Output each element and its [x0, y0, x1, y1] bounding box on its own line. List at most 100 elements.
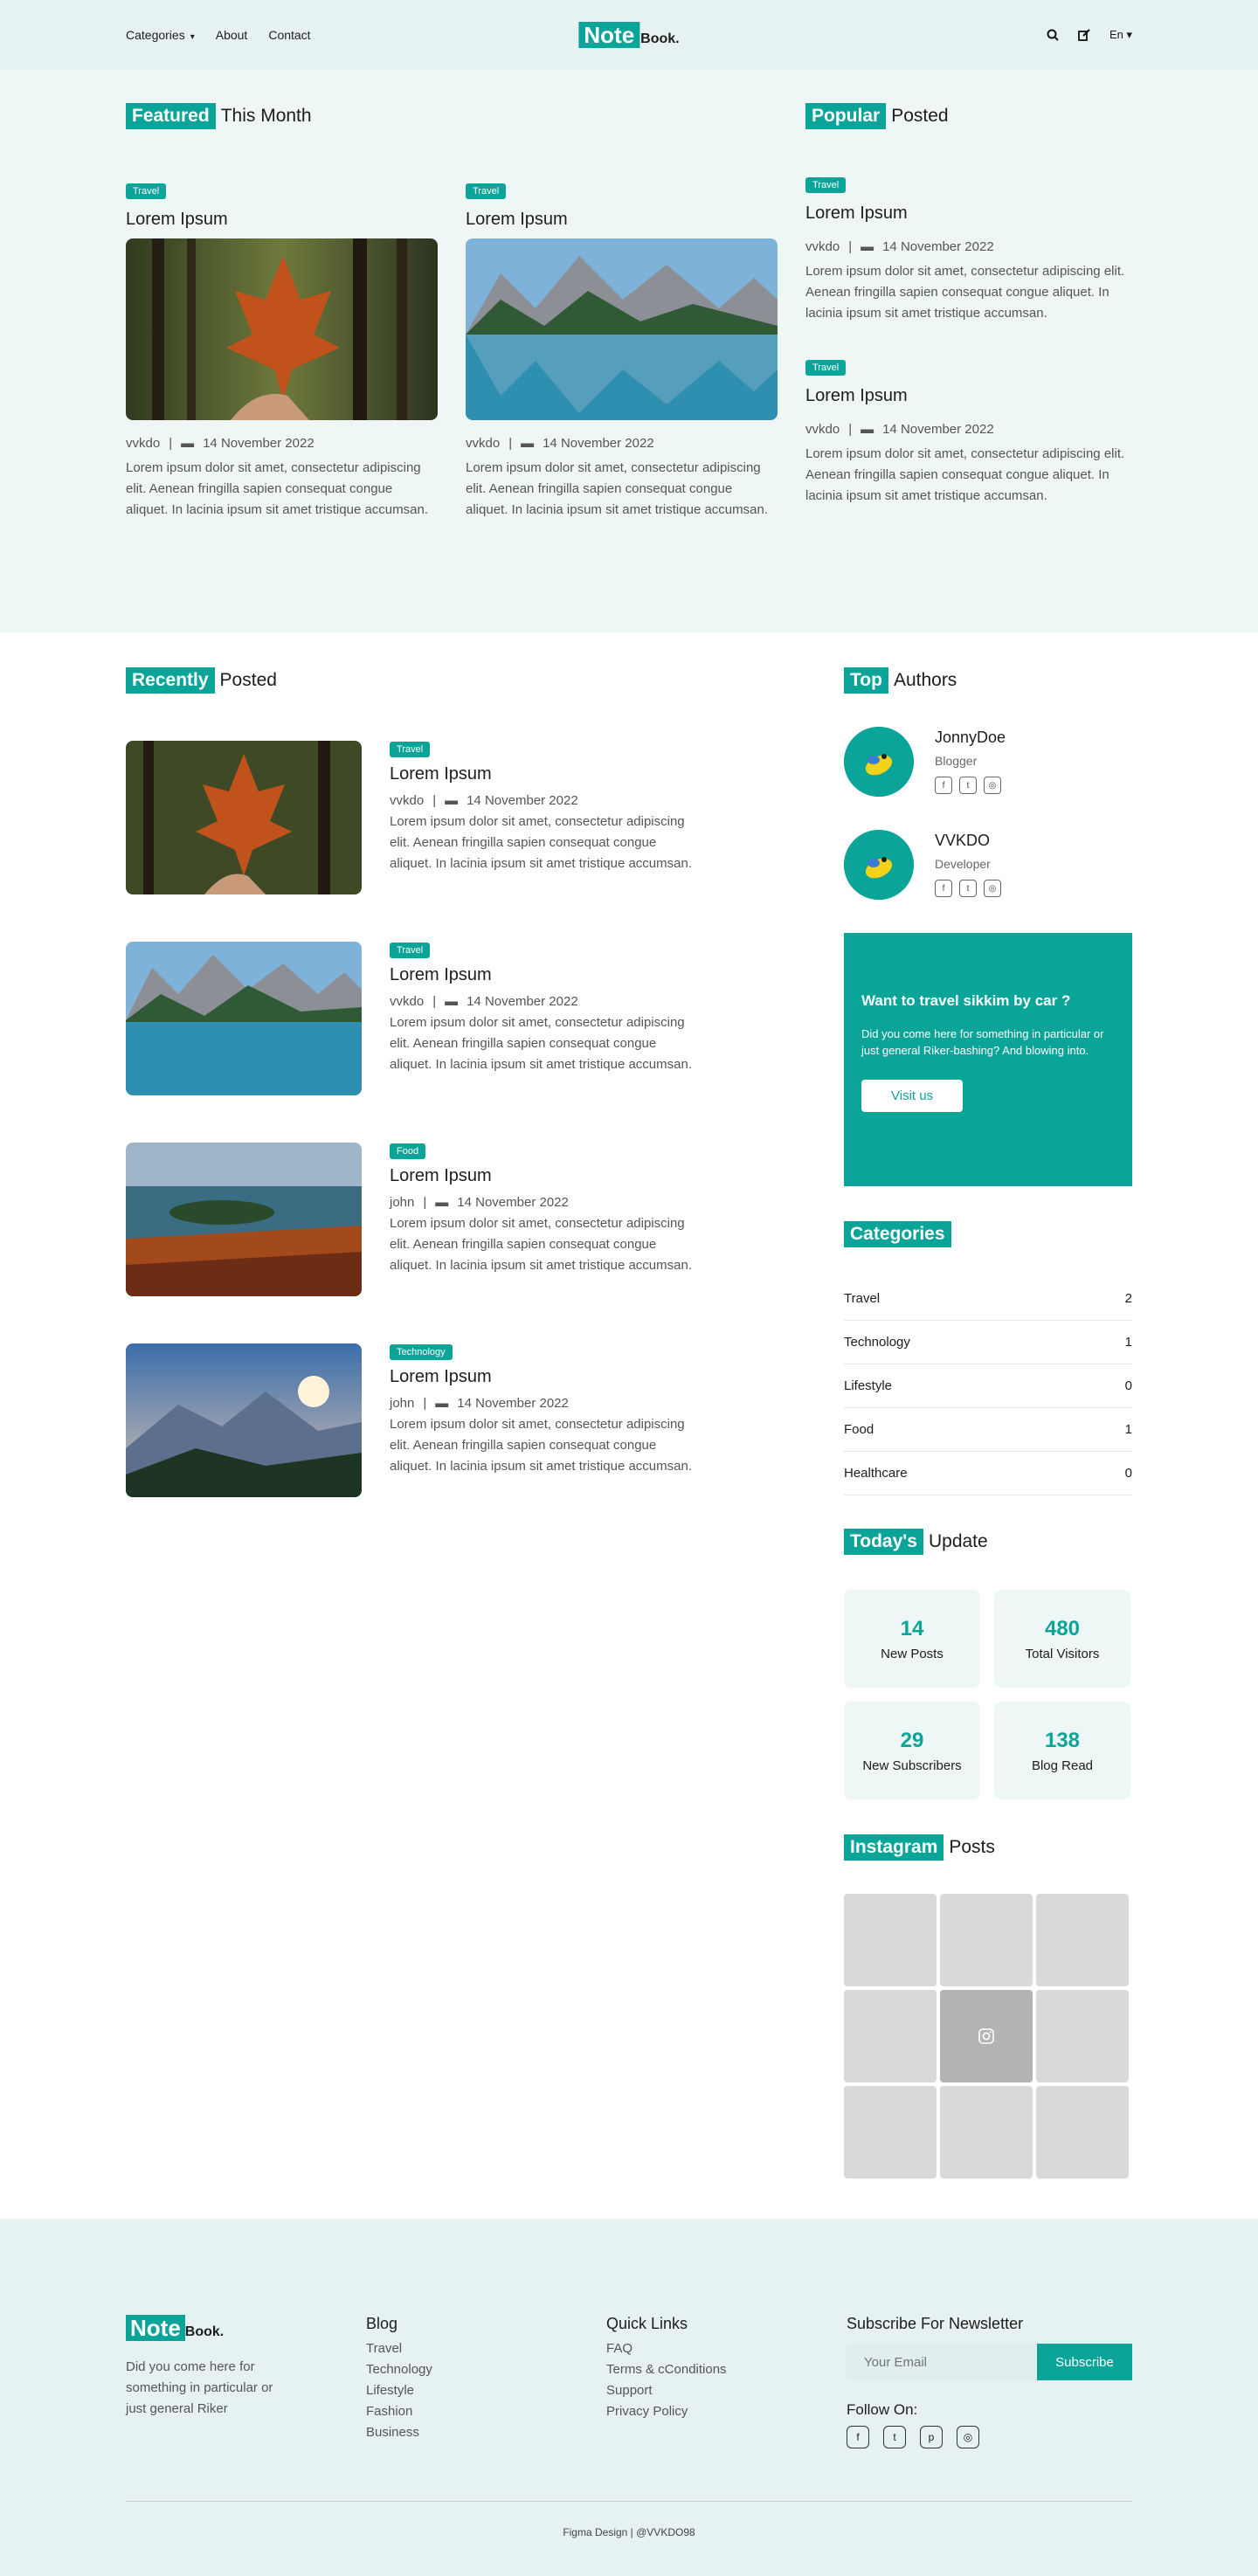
post-author[interactable]: vvkdo: [466, 436, 500, 451]
category-item[interactable]: Travel 2: [844, 1277, 1132, 1321]
post-author[interactable]: vvkdo: [390, 994, 424, 1009]
post-tag[interactable]: Travel: [126, 183, 167, 199]
post-title[interactable]: Lorem Ipsum: [390, 1367, 695, 1387]
recent-post[interactable]: Travel Lorem Ipsum vvkdo | ▬ 14 November…: [126, 741, 825, 894]
meta-separator: |: [432, 793, 437, 808]
logo-text: Book.: [184, 2324, 225, 2339]
instagram-icon[interactable]: ◎: [957, 2426, 979, 2448]
featured-post[interactable]: Travel Lorem Ipsum vvkdo | ▬ 14 November…: [466, 129, 778, 521]
facebook-icon[interactable]: f: [847, 2426, 869, 2448]
facebook-icon[interactable]: f: [935, 777, 952, 794]
post-title[interactable]: Lorem Ipsum: [805, 204, 1132, 224]
instagram-icon[interactable]: ◎: [984, 777, 1001, 794]
instagram-thumb[interactable]: [844, 1894, 937, 1986]
post-tag[interactable]: Travel: [805, 360, 847, 376]
footer-link[interactable]: Technology: [366, 2359, 606, 2380]
logo[interactable]: Note Book.: [578, 22, 680, 48]
instagram-thumb[interactable]: [1036, 1894, 1129, 1986]
footer-logo[interactable]: Note Book.: [126, 2315, 366, 2341]
calendar-icon: ▬: [861, 239, 874, 254]
meta-separator: |: [848, 239, 853, 254]
nav-contact[interactable]: Contact: [268, 28, 310, 42]
post-image-lake[interactable]: [466, 238, 778, 420]
meta-separator: |: [423, 1396, 427, 1411]
post-meta: vvkdo | ▬ 14 November 2022: [126, 436, 438, 451]
twitter-icon[interactable]: t: [883, 2426, 906, 2448]
featured-post[interactable]: Travel Lorem Ipsum vvkdo | ▬ 14 November…: [126, 129, 438, 521]
author-name[interactable]: VVKDO: [935, 832, 1001, 850]
post-tag[interactable]: Travel: [805, 177, 847, 193]
popular-post[interactable]: Travel Lorem Ipsum vvkdo | ▬ 14 November…: [805, 176, 1132, 324]
category-item[interactable]: Healthcare 0: [844, 1452, 1132, 1495]
popular-post[interactable]: Travel Lorem Ipsum vvkdo | ▬ 14 November…: [805, 359, 1132, 507]
instagram-thumb[interactable]: [1036, 1990, 1129, 2082]
category-item[interactable]: Food 1: [844, 1408, 1132, 1452]
footer-link[interactable]: Business: [366, 2422, 606, 2443]
instagram-thumb[interactable]: [940, 2086, 1033, 2179]
footer-newsletter: Subscribe For Newsletter Subscribe Follo…: [847, 2315, 1132, 2448]
search-icon[interactable]: [1047, 29, 1059, 41]
category-name: Healthcare: [844, 1466, 908, 1481]
post-excerpt: Lorem ipsum dolor sit amet, consectetur …: [805, 446, 1125, 503]
recent-post[interactable]: Technology Lorem Ipsum john | ▬ 14 Novem…: [126, 1343, 825, 1497]
post-tag[interactable]: Travel: [390, 742, 431, 757]
nav-categories[interactable]: Categories ▾: [126, 28, 195, 42]
post-author[interactable]: john: [390, 1396, 414, 1411]
pinterest-icon[interactable]: p: [920, 2426, 943, 2448]
avatar[interactable]: [844, 727, 914, 797]
instagram-thumb[interactable]: [1036, 2086, 1129, 2179]
category-item[interactable]: Technology 1: [844, 1321, 1132, 1364]
footer-link[interactable]: Lifestyle: [366, 2380, 606, 2401]
post-title[interactable]: Lorem Ipsum: [390, 1166, 695, 1186]
avatar[interactable]: [844, 830, 914, 900]
post-author[interactable]: vvkdo: [805, 239, 840, 254]
sidebar: Top Authors JonnyDoe Blogger f t ◎ VVKDO…: [844, 667, 1132, 2179]
post-tag[interactable]: Food: [390, 1143, 426, 1159]
visit-us-button[interactable]: Visit us: [861, 1080, 964, 1112]
footer-link[interactable]: Terms & cConditions: [606, 2359, 847, 2380]
post-image-leaf[interactable]: [126, 238, 438, 420]
post-title[interactable]: Lorem Ipsum: [390, 965, 695, 985]
post-image-lake[interactable]: [126, 942, 362, 1095]
twitter-icon[interactable]: t: [959, 880, 977, 897]
footer-link[interactable]: Support: [606, 2380, 847, 2401]
post-image-leaf[interactable]: [126, 741, 362, 894]
post-tag[interactable]: Travel: [390, 943, 431, 958]
post-author[interactable]: john: [390, 1195, 414, 1210]
instagram-thumb[interactable]: [844, 1990, 937, 2082]
recent-post[interactable]: Food Lorem Ipsum john | ▬ 14 November 20…: [126, 1143, 825, 1296]
footer-link[interactable]: Fashion: [366, 2401, 606, 2422]
post-tag[interactable]: Technology: [390, 1344, 453, 1360]
instagram-thumb[interactable]: [940, 1990, 1033, 2082]
footer-link[interactable]: Travel: [366, 2338, 606, 2359]
category-item[interactable]: Lifestyle 0: [844, 1364, 1132, 1408]
post-image-forest-lake[interactable]: [126, 1143, 362, 1296]
edit-icon[interactable]: [1078, 29, 1090, 41]
author-card[interactable]: JonnyDoe Blogger f t ◎: [844, 727, 1132, 797]
post-title[interactable]: Lorem Ipsum: [390, 764, 695, 784]
email-field[interactable]: [847, 2344, 1037, 2380]
footer-link[interactable]: Privacy Policy: [606, 2401, 847, 2422]
post-author[interactable]: vvkdo: [390, 793, 424, 808]
post-author[interactable]: vvkdo: [126, 436, 160, 451]
nav-about[interactable]: About: [216, 28, 248, 42]
footer-link[interactable]: FAQ: [606, 2338, 847, 2359]
post-title[interactable]: Lorem Ipsum: [805, 386, 1132, 406]
twitter-icon[interactable]: t: [959, 777, 977, 794]
instagram-icon[interactable]: ◎: [984, 880, 1001, 897]
post-author[interactable]: vvkdo: [805, 422, 840, 437]
post-title[interactable]: Lorem Ipsum: [466, 210, 778, 230]
language-select[interactable]: En ▾: [1109, 28, 1132, 42]
post-title[interactable]: Lorem Ipsum: [126, 210, 438, 230]
author-card[interactable]: VVKDO Developer f t ◎: [844, 830, 1132, 900]
post-tag[interactable]: Travel: [466, 183, 507, 199]
facebook-icon[interactable]: f: [935, 880, 952, 897]
instagram-thumb[interactable]: [940, 1894, 1033, 1986]
author-name[interactable]: JonnyDoe: [935, 729, 1006, 747]
today-heading-rest: Update: [928, 1531, 988, 1551]
recent-post[interactable]: Travel Lorem Ipsum vvkdo | ▬ 14 November…: [126, 942, 825, 1095]
subscribe-button[interactable]: Subscribe: [1037, 2344, 1132, 2380]
instagram-thumb[interactable]: [844, 2086, 937, 2179]
post-image-mountain-sunset[interactable]: [126, 1343, 362, 1497]
category-count: 2: [1124, 1291, 1132, 1306]
